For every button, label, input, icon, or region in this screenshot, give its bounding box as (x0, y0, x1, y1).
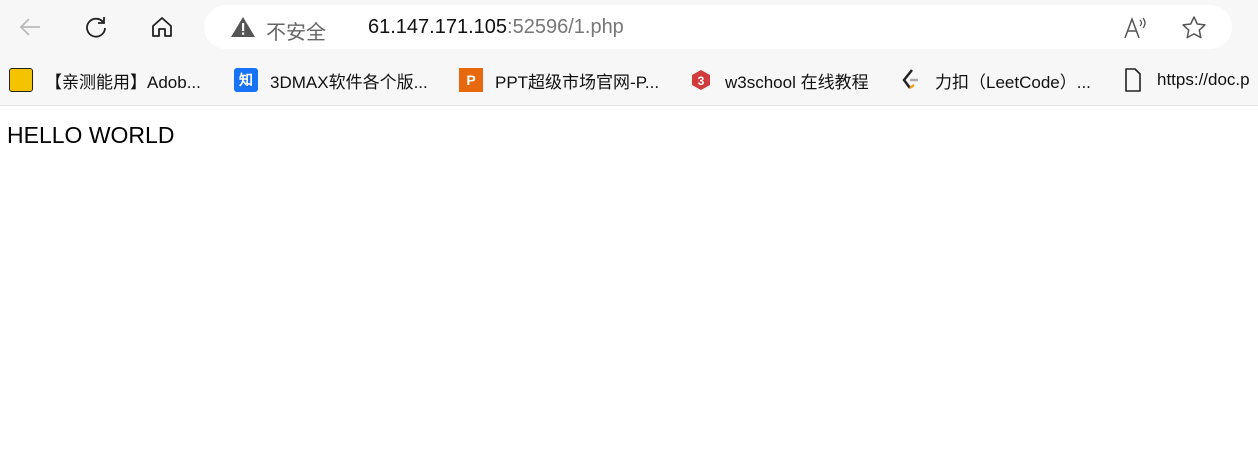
address-bar[interactable]: 不安全 61.147.171.105:52596/1.php (204, 5, 1232, 49)
bookmark-3dmax[interactable]: 知 3DMAX软件各个版... (234, 66, 428, 94)
bookmark-label: w3school 在线教程 (725, 72, 869, 92)
back-button[interactable] (15, 12, 45, 42)
w3school-icon: 3 (689, 68, 713, 92)
read-aloud-icon[interactable] (1122, 15, 1150, 41)
bookmark-ppt[interactable]: P PPT超级市场官网-P... (459, 66, 659, 94)
bookmark-label: PPT超级市场官网-P... (495, 72, 660, 92)
reload-button[interactable] (81, 12, 111, 42)
yellow-app-icon (9, 68, 33, 92)
browser-toolbar: 不安全 61.147.171.105:52596/1.php 【亲测能用】Ado… (0, 0, 1258, 106)
home-icon (152, 17, 172, 37)
back-arrow-icon (19, 18, 40, 36)
warning-icon (231, 17, 255, 37)
url-path: :52596/1.php (507, 16, 624, 38)
favorite-star-icon[interactable] (1181, 15, 1207, 41)
svg-text:3: 3 (698, 74, 705, 88)
url-host: 61.147.171.105 (368, 16, 508, 38)
url-text[interactable]: 61.147.171.105:52596/1.php (368, 16, 624, 39)
bookmark-label: 3DMAX软件各个版... (270, 72, 428, 92)
page-text: HELLO WORLD (7, 122, 175, 148)
home-button[interactable] (147, 12, 177, 42)
security-status[interactable]: 不安全 (266, 16, 326, 45)
ppt-market-icon: P (459, 68, 483, 92)
bookmark-label: 力扣（LeetCode）... (935, 72, 1091, 92)
bookmark-label: 【亲测能用】Adob... (45, 72, 201, 92)
bookmark-adobe[interactable]: 【亲测能用】Adob... (9, 66, 201, 94)
leetcode-icon (899, 68, 923, 92)
zhihu-icon: 知 (234, 68, 258, 92)
bookmark-label: https://doc.p (1157, 70, 1250, 89)
bookmark-w3school[interactable]: 3 w3school 在线教程 (689, 66, 869, 94)
bookmark-leetcode[interactable]: 力扣（LeetCode）... (899, 66, 1091, 94)
reload-icon (86, 17, 106, 38)
bookmark-doc[interactable]: https://doc.p (1121, 66, 1250, 94)
page-icon (1121, 68, 1145, 92)
